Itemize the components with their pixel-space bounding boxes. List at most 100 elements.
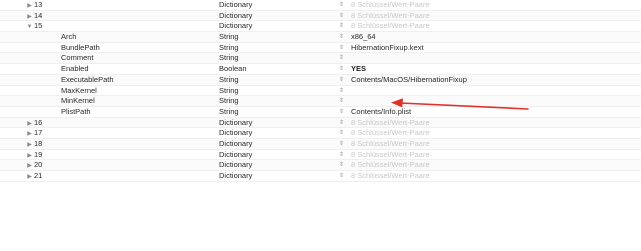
key-cell[interactable]: ▶ 14 bbox=[25, 11, 42, 21]
key-label: MaxKernel bbox=[61, 85, 97, 95]
stepper-icon[interactable]: ⇕ bbox=[338, 139, 345, 149]
stepper-icon[interactable]: ⇕ bbox=[338, 21, 345, 31]
value-cell[interactable]: HibernationFixup.kext bbox=[351, 43, 424, 53]
table-row[interactable]: BundlePath String ⇕ HibernationFixup.kext bbox=[0, 43, 641, 54]
stepper-icon[interactable]: ⇕ bbox=[338, 118, 345, 128]
table-row[interactable]: ▶ 16 Dictionary ⇕ 8 Schlüssel/Wert-Paare bbox=[0, 117, 641, 129]
type-cell[interactable]: Boolean bbox=[219, 64, 247, 74]
key-cell[interactable]: Comment bbox=[61, 53, 94, 63]
key-cell[interactable]: ▶ 13 bbox=[25, 0, 42, 10]
key-label: MinKernel bbox=[61, 96, 95, 106]
key-cell[interactable]: ExecutablePath bbox=[61, 75, 114, 85]
type-cell[interactable]: String bbox=[219, 32, 239, 42]
key-label: 18 bbox=[34, 138, 43, 148]
stepper-icon[interactable]: ⇕ bbox=[338, 0, 345, 10]
plist-table: ▶ 13 Dictionary ⇕ 8 Schlüssel/Wert-Paare ▶ 14 D… bbox=[0, 0, 641, 251]
value-cell[interactable]: 8 Schlüssel/Wert-Paare bbox=[351, 128, 430, 138]
stepper-icon[interactable]: ⇕ bbox=[338, 64, 345, 74]
type-cell[interactable]: Dictionary bbox=[219, 0, 252, 10]
key-label: Comment bbox=[61, 53, 94, 63]
key-cell[interactable]: Enabled bbox=[61, 64, 89, 74]
value-cell[interactable]: 8 Schlüssel/Wert-Paare bbox=[351, 160, 430, 170]
key-label: ExecutablePath bbox=[61, 74, 114, 84]
type-cell[interactable]: Dictionary bbox=[219, 21, 252, 31]
table-row[interactable]: Arch String ⇕ x86_64 bbox=[0, 32, 641, 43]
key-cell[interactable]: ▶ 18 bbox=[25, 139, 42, 149]
table-row[interactable]: ExecutablePath String ⇕ Contents/MacOS/Hibe… bbox=[0, 74, 641, 86]
stepper-icon[interactable]: ⇕ bbox=[338, 171, 345, 181]
table-row[interactable]: ▼ 15 Dictionary ⇕ 8 Schlüssel/Wert-Paare bbox=[0, 21, 641, 33]
stepper-icon[interactable]: ⇕ bbox=[338, 11, 345, 21]
table-row[interactable]: Comment String ⇕ bbox=[0, 53, 641, 65]
table-row[interactable]: ▶ 14 Dictionary ⇕ 8 Schlüssel/Wert-Paare bbox=[0, 10, 641, 22]
type-cell[interactable]: Dictionary bbox=[219, 118, 252, 128]
type-cell[interactable]: String bbox=[219, 43, 239, 53]
value-cell[interactable]: Contents/Info.plist bbox=[351, 107, 411, 117]
type-cell[interactable]: String bbox=[219, 107, 239, 117]
table-row[interactable]: ▶ 21 Dictionary ⇕ 8 Schlüssel/Wert-Paare bbox=[0, 171, 641, 182]
stepper-icon[interactable]: ⇕ bbox=[338, 43, 345, 53]
stepper-icon[interactable]: ⇕ bbox=[338, 150, 345, 160]
value-cell[interactable]: 8 Schlüssel/Wert-Paare bbox=[351, 150, 430, 160]
key-cell[interactable]: ▶ 17 bbox=[25, 128, 42, 138]
value-cell[interactable]: 8 Schlüssel/Wert-Paare bbox=[351, 21, 430, 31]
value-cell[interactable]: 8 Schlüssel/Wert-Paare bbox=[351, 118, 430, 128]
type-cell[interactable]: Dictionary bbox=[219, 128, 252, 138]
type-cell[interactable]: String bbox=[219, 86, 239, 96]
key-label: Enabled bbox=[61, 64, 89, 74]
key-label: 13 bbox=[34, 0, 43, 9]
type-cell[interactable]: String bbox=[219, 53, 239, 63]
value-cell[interactable]: 8 Schlüssel/Wert-Paare bbox=[351, 0, 430, 10]
key-cell[interactable]: ▶ 16 bbox=[25, 118, 42, 128]
key-label: 16 bbox=[34, 117, 43, 127]
table-row[interactable]: MinKernel String ⇕ bbox=[0, 96, 641, 107]
key-label: BundlePath bbox=[61, 42, 100, 52]
table-row[interactable]: ▶ 18 Dictionary ⇕ 8 Schlüssel/Wert-Paare bbox=[0, 138, 641, 150]
value-cell[interactable]: 8 Schlüssel/Wert-Paare bbox=[351, 139, 430, 149]
stepper-icon[interactable]: ⇕ bbox=[338, 53, 345, 63]
value-cell[interactable]: 8 Schlüssel/Wert-Paare bbox=[351, 171, 430, 181]
value-cell[interactable]: Contents/MacOS/HibernationFixup bbox=[351, 75, 467, 85]
key-label: 15 bbox=[34, 21, 43, 31]
key-cell[interactable]: MaxKernel bbox=[61, 86, 97, 96]
stepper-icon[interactable]: ⇕ bbox=[338, 128, 345, 138]
value-cell[interactable]: 8 Schlüssel/Wert-Paare bbox=[351, 11, 430, 21]
key-label: PlistPath bbox=[61, 106, 91, 116]
table-row[interactable]: ▶ 19 Dictionary ⇕ 8 Schlüssel/Wert-Paare bbox=[0, 150, 641, 161]
stepper-icon[interactable]: ⇕ bbox=[338, 107, 345, 117]
table-row[interactable]: ▶ 17 Dictionary ⇕ 8 Schlüssel/Wert-Paare bbox=[0, 128, 641, 139]
key-cell[interactable]: BundlePath bbox=[61, 43, 100, 53]
table-row[interactable]: PlistPath String ⇕ Contents/Info.plist bbox=[0, 107, 641, 118]
type-cell[interactable]: Dictionary bbox=[219, 150, 252, 160]
key-cell[interactable]: PlistPath bbox=[61, 107, 91, 117]
type-cell[interactable]: String bbox=[219, 75, 239, 85]
type-cell[interactable]: Dictionary bbox=[219, 11, 252, 21]
key-cell[interactable]: ▶ 20 bbox=[25, 160, 42, 170]
disclosure-closed-icon[interactable]: ▶ bbox=[25, 172, 34, 183]
key-label: 20 bbox=[34, 160, 43, 170]
value-cell[interactable]: x86_64 bbox=[351, 32, 376, 42]
table-row[interactable]: MaxKernel String ⇕ bbox=[0, 86, 641, 97]
table-row[interactable]: ▶ 20 Dictionary ⇕ 8 Schlüssel/Wert-Paare bbox=[0, 160, 641, 171]
type-cell[interactable]: String bbox=[219, 96, 239, 106]
key-cell[interactable]: ▶ 19 bbox=[25, 150, 42, 160]
stepper-icon[interactable]: ⇕ bbox=[338, 32, 345, 42]
key-label: 19 bbox=[34, 149, 43, 159]
stepper-icon[interactable]: ⇕ bbox=[338, 96, 345, 106]
key-cell[interactable]: ▶ 21 bbox=[25, 171, 42, 181]
stepper-icon[interactable]: ⇕ bbox=[338, 160, 345, 170]
key-cell[interactable]: Arch bbox=[61, 32, 76, 42]
key-label: Arch bbox=[61, 32, 77, 42]
key-cell[interactable]: ▼ 15 bbox=[25, 21, 43, 31]
key-label: 17 bbox=[34, 128, 43, 138]
stepper-icon[interactable]: ⇕ bbox=[338, 75, 345, 85]
table-row[interactable]: ▶ 13 Dictionary ⇕ 8 Schlüssel/Wert-Paare bbox=[0, 0, 641, 11]
stepper-icon[interactable]: ⇕ bbox=[338, 86, 345, 96]
type-cell[interactable]: Dictionary bbox=[219, 160, 252, 170]
type-cell[interactable]: Dictionary bbox=[219, 171, 252, 181]
type-cell[interactable]: Dictionary bbox=[219, 139, 252, 149]
key-label: 14 bbox=[34, 10, 43, 20]
table-row[interactable]: Enabled Boolean ⇕ YES bbox=[0, 64, 641, 75]
value-cell[interactable]: YES bbox=[351, 64, 366, 74]
key-cell[interactable]: MinKernel bbox=[61, 96, 95, 106]
